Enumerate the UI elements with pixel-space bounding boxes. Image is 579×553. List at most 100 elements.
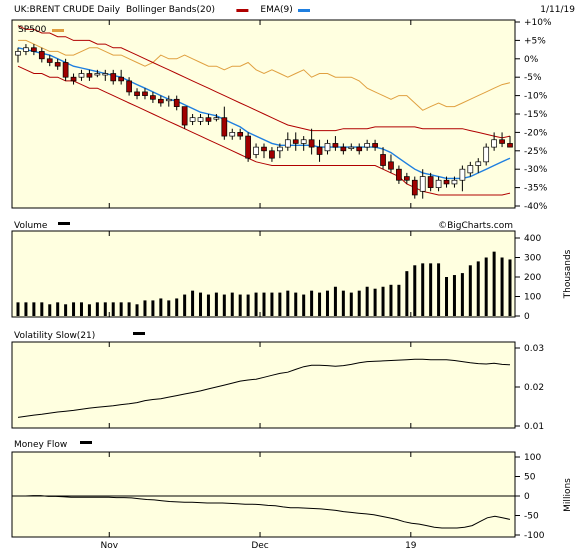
volume-bar [357,290,361,316]
candle-body [396,168,402,181]
candle-body [54,62,61,67]
volume-bar [302,294,306,316]
volume-bar [294,292,298,316]
date-label: 1/11/19 [540,5,575,15]
volume-bar [72,302,76,316]
candle-body [253,146,259,155]
candle-body [483,146,490,163]
candle-body [150,95,156,100]
candle-body [364,143,371,148]
candle-body [126,80,132,93]
volatility-legend-swatch [133,332,145,335]
candle-body [419,176,426,192]
volume-y-tick-label: 200 [524,273,541,283]
volume-bar [278,292,282,316]
candle-body [340,146,347,152]
candle-body [269,150,275,159]
moneyflow-y-tick-label: 0 [524,492,530,502]
candle-body [451,179,458,185]
moneyflow-y-tick-label: -50 [524,512,539,522]
volume-y-tick-label: 0 [524,312,530,322]
volume-bar [246,294,250,316]
price-title: UK:BRENT CRUDE Daily [14,5,121,15]
volume-bar [460,273,464,316]
volume-y-tick-label: 400 [524,234,541,244]
candle-body [507,143,513,148]
candle-body [459,168,466,181]
volume-bar [270,292,274,316]
volume-bar [206,294,210,316]
volume-bar [365,286,369,316]
candle-body [237,132,244,137]
volume-bar [389,284,393,316]
candle-body [157,98,164,104]
price-y-axis: +10% +5% 0% -5% -10% -15% -20% -25% -30% -35% -40% [515,18,552,212]
candle-body [261,146,267,152]
watermark: ©BigCharts.com [438,221,513,231]
volume-bar [127,302,131,316]
moneyflow-y-axis: 100 50 0 -50 -100 [515,453,545,541]
candle-body [46,58,53,63]
candle-body [70,76,77,82]
candle-body [15,51,21,56]
candle-body [427,176,434,188]
volume-bar [405,271,409,316]
volume-bar [468,265,472,316]
volume-bar [135,304,139,316]
price-y-tick-label: -35% [524,184,548,194]
moneyflow-legend-swatch [80,441,92,444]
candle-body [229,132,236,137]
volume-bar [64,304,68,316]
volume-bar [349,292,353,316]
price-y-tick-label: -10% [524,92,548,102]
candle-body [86,73,93,78]
volatility-y-tick-label: 0.01 [524,422,544,432]
legend-label: Bollinger Bands(20) [126,5,215,15]
volume-bar [429,263,433,316]
volume-bar [325,290,329,316]
candle-body [348,146,355,149]
candle-body [221,117,228,137]
candle-body [197,117,204,122]
volume-bar [373,288,377,316]
volume-bar [341,290,345,316]
volume-bar [32,302,36,316]
volume-title: Volume [14,221,48,231]
moneyflow-y-tick-label: 100 [524,453,541,463]
volume-bar [500,257,504,316]
volume-bar [310,290,314,316]
sp500-legend-swatch [52,29,64,32]
candle-body [118,76,125,82]
candle-body [372,143,378,148]
candle-body [316,146,323,155]
volume-bar [199,292,203,316]
volume-bar [167,300,171,316]
volume-bar [79,302,83,316]
x-tick-label: Dec [251,541,268,551]
candle-body [134,91,140,96]
volume-bar [40,302,44,316]
candle-body [142,91,148,96]
volume-bar [262,292,266,316]
candle-body [403,176,410,181]
volume-y-tick-label: 100 [524,293,541,303]
candle-body [411,179,418,196]
volume-bar [413,265,417,316]
candle-body [324,143,331,152]
candle-body [189,117,196,122]
volume-bar [151,300,155,316]
candle-body [475,161,482,166]
volume-legend-swatch [58,222,70,225]
price-y-tick-label: -5% [524,73,542,83]
price-y-tick-label: -25% [524,147,548,157]
volume-bar [103,302,107,316]
volume-bar [159,298,163,316]
candle-body [38,51,45,60]
volume-bar [222,294,226,316]
price-y-tick-label: 0% [524,55,539,65]
volume-bar [143,300,147,316]
volatility-y-axis: 0.03 0.02 0.01 [515,344,544,432]
candle-body [284,139,291,148]
candle-body [443,179,450,185]
candle-body [435,179,442,188]
